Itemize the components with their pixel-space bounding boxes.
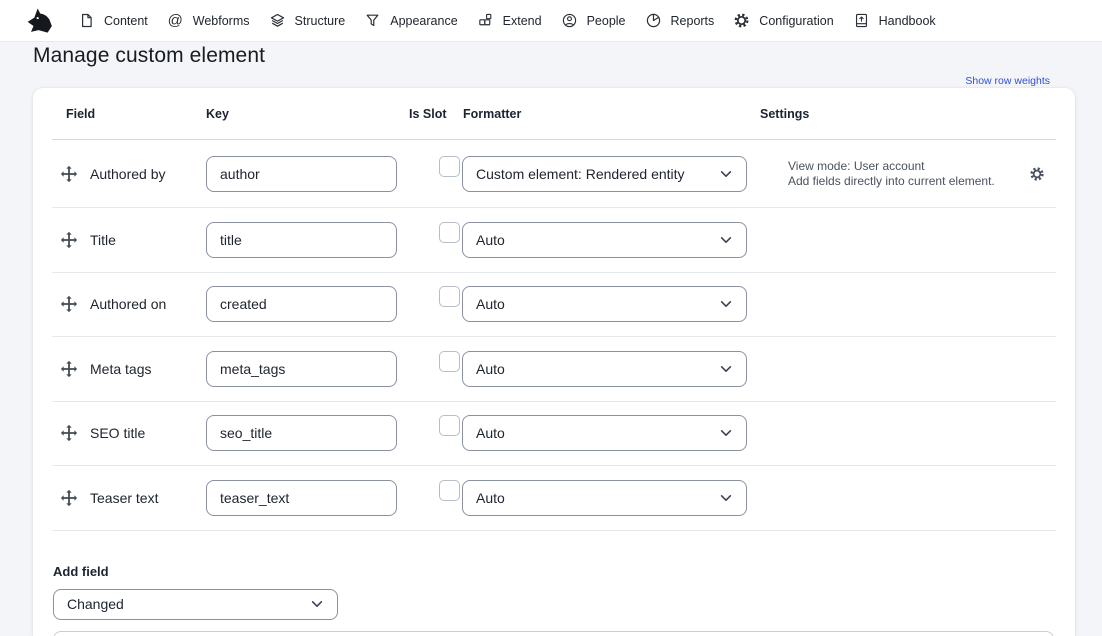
add-field-label: Add field <box>53 564 1075 579</box>
formatter-settings-summary: View mode: User account Add fields direc… <box>774 159 1018 189</box>
blocks-icon <box>477 12 494 29</box>
gear-icon <box>733 12 750 29</box>
table-row: Authored by Custom element: Rendered ent… <box>33 140 1075 207</box>
formatter-selected-value: Auto <box>476 425 505 441</box>
toolbar-label: Webforms <box>193 14 250 28</box>
toolbar-item-content[interactable]: Content <box>78 12 148 29</box>
toolbar-item-extend[interactable]: Extend <box>477 12 542 29</box>
toolbar-item-reports[interactable]: Reports <box>645 12 715 29</box>
drag-handle-icon[interactable] <box>60 295 78 313</box>
field-label: SEO title <box>90 425 206 441</box>
table-row: Title Auto <box>33 208 1075 272</box>
table-header-row: Field Key Is Slot Formatter Settings <box>33 88 1075 140</box>
chevron-down-icon <box>719 233 733 247</box>
formatter-selected-value: Auto <box>476 490 505 506</box>
settings-line: Add fields directly into current element… <box>788 174 995 188</box>
add-field-section: Add field Changed <box>33 531 1075 620</box>
formatter-settings-gear-icon[interactable] <box>1029 166 1045 182</box>
layers-icon <box>269 12 286 29</box>
person-icon <box>561 12 578 29</box>
page-title: Manage custom element <box>33 44 265 68</box>
drag-handle-icon[interactable] <box>60 489 78 507</box>
is-slot-checkbox[interactable] <box>439 156 460 177</box>
settings-line: View mode: User account <box>788 159 925 173</box>
key-input[interactable] <box>206 156 397 192</box>
wolf-logo-icon <box>26 6 56 36</box>
book-icon <box>853 12 870 29</box>
is-slot-checkbox[interactable] <box>439 415 460 436</box>
formatter-selected-value: Auto <box>476 232 505 248</box>
toolbar-item-webforms[interactable]: @ Webforms <box>167 12 250 29</box>
table-row: Teaser text Auto <box>33 466 1075 530</box>
formatter-selected-value: Custom element: Rendered entity <box>476 166 685 182</box>
chevron-down-icon <box>719 167 733 181</box>
drag-handle-icon[interactable] <box>60 424 78 442</box>
toolbar-label: Configuration <box>759 14 833 28</box>
toolbar-item-people[interactable]: People <box>561 12 626 29</box>
is-slot-checkbox[interactable] <box>439 222 460 243</box>
at-icon: @ <box>167 12 184 29</box>
toolbar-label: Reports <box>671 14 715 28</box>
chevron-down-icon <box>719 491 733 505</box>
key-input[interactable] <box>206 351 397 387</box>
field-label: Teaser text <box>90 490 206 506</box>
toolbar-label: Appearance <box>390 14 457 28</box>
formatter-select[interactable]: Custom element: Rendered entity <box>462 156 747 192</box>
show-row-weights-link[interactable]: Show row weights <box>965 75 1050 87</box>
drag-handle-icon[interactable] <box>60 165 78 183</box>
formatter-select[interactable]: Auto <box>462 222 747 258</box>
chevron-down-icon <box>719 426 733 440</box>
toolbar-item-handbook[interactable]: Handbook <box>853 12 936 29</box>
field-label: Title <box>90 232 206 248</box>
column-header-is-slot: Is Slot <box>409 107 463 121</box>
column-header-field: Field <box>66 107 206 121</box>
field-label: Authored on <box>90 296 206 312</box>
screen: Content @ Webforms Structure Appearance … <box>0 0 1102 636</box>
toolbar-label: Structure <box>295 14 346 28</box>
key-input[interactable] <box>206 286 397 322</box>
is-slot-checkbox[interactable] <box>439 480 460 501</box>
formatter-select[interactable]: Auto <box>462 480 747 516</box>
add-field-selected-value: Changed <box>67 596 124 612</box>
pie-chart-icon <box>645 12 662 29</box>
column-header-formatter: Formatter <box>463 107 760 121</box>
toolbar-label: People <box>587 14 626 28</box>
drag-handle-icon[interactable] <box>60 360 78 378</box>
table-row: SEO title Auto <box>33 402 1075 466</box>
clipped-bottom-field[interactable] <box>53 631 1054 636</box>
is-slot-checkbox[interactable] <box>439 286 460 307</box>
column-header-key: Key <box>206 107 409 121</box>
chevron-down-icon <box>719 362 733 376</box>
table-row: Authored on Auto <box>33 273 1075 337</box>
key-input[interactable] <box>206 480 397 516</box>
toolbar-item-structure[interactable]: Structure <box>269 12 346 29</box>
toolbar-label: Extend <box>503 14 542 28</box>
table-row: Meta tags Auto <box>33 337 1075 401</box>
field-label: Meta tags <box>90 361 206 377</box>
formatter-selected-value: Auto <box>476 296 505 312</box>
key-input[interactable] <box>206 415 397 451</box>
chevron-down-icon <box>310 597 324 611</box>
is-slot-checkbox[interactable] <box>439 351 460 372</box>
formatter-select[interactable]: Auto <box>462 351 747 387</box>
formatter-selected-value: Auto <box>476 361 505 377</box>
document-icon <box>78 12 95 29</box>
chevron-down-icon <box>719 297 733 311</box>
drag-handle-icon[interactable] <box>60 231 78 249</box>
filter-icon <box>364 12 381 29</box>
toolbar-label: Handbook <box>879 14 936 28</box>
toolbar-item-appearance[interactable]: Appearance <box>364 12 457 29</box>
key-input[interactable] <box>206 222 397 258</box>
column-header-settings: Settings <box>760 107 1075 121</box>
formatter-select[interactable]: Auto <box>462 286 747 322</box>
manage-fields-card: Field Key Is Slot Formatter Settings Aut… <box>33 88 1075 636</box>
admin-toolbar: Content @ Webforms Structure Appearance … <box>0 0 1102 42</box>
site-logo[interactable] <box>26 5 56 37</box>
toolbar-label: Content <box>104 14 148 28</box>
toolbar-item-configuration[interactable]: Configuration <box>733 12 833 29</box>
add-field-select[interactable]: Changed <box>53 589 338 620</box>
field-label: Authored by <box>90 166 206 182</box>
formatter-select[interactable]: Auto <box>462 415 747 451</box>
